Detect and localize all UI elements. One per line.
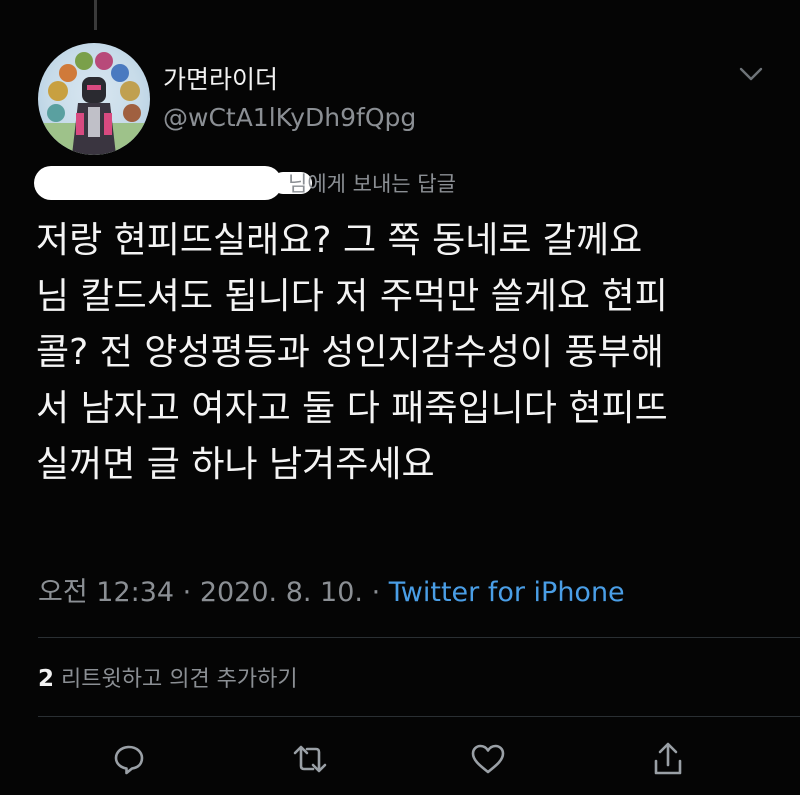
tweet-line: 서 남자고 여자고 둘 다 패죽입니다 현피뜨 [36, 388, 668, 429]
tweet-source-link[interactable]: Twitter for iPhone [389, 577, 625, 608]
divider [38, 637, 800, 638]
divider [38, 716, 800, 717]
thread-connector-line [94, 0, 97, 30]
tweet-text: 저랑 현피뜨실래요? 그 쪽 동네로 갈께요 님 칼드셔도 됩니다 저 주먹만 … [36, 213, 776, 493]
avatar[interactable] [38, 43, 150, 155]
display-name[interactable]: 가면라이더 [163, 60, 278, 96]
tweet-metadata: 오전 12:34 · 2020. 8. 10. · Twitter for iP… [38, 570, 625, 609]
share-button[interactable] [648, 739, 688, 779]
reply-button[interactable] [109, 739, 149, 779]
meta-separator: · [174, 577, 200, 608]
retweet-count: 2 [38, 666, 55, 692]
tweet-line: 님 칼드셔도 됩니다 저 주먹만 쓸게요 현피 [36, 276, 668, 317]
tweet-line: 실꺼면 글 하나 남겨주세요 [36, 444, 435, 485]
retweet-button[interactable] [290, 739, 330, 779]
tweet-time[interactable]: 오전 12:34 [38, 577, 174, 608]
heart-icon [471, 744, 505, 774]
avatar-image [38, 52, 150, 155]
comment-bubble-icon [114, 745, 144, 775]
tweet-line: 콜? 전 양성평등과 성인지감수성이 풍부해 [36, 332, 664, 373]
retweet-icon [293, 745, 327, 773]
replying-to-label: 님에게 보내는 답글 [288, 172, 456, 196]
tweet-line: 저랑 현피뜨실래요? 그 쪽 동네로 갈께요 [36, 220, 643, 261]
user-handle[interactable]: @wCtA1lKyDh9fQpg [163, 103, 416, 132]
redacted-username [34, 166, 282, 200]
retweet-stats[interactable]: 2 리트윗하고 의견 추가하기 [38, 661, 298, 693]
share-icon [654, 742, 682, 775]
like-button[interactable] [468, 739, 508, 779]
retweet-stats-label: 리트윗하고 의견 추가하기 [54, 667, 298, 692]
chevron-down-icon[interactable] [738, 66, 764, 82]
meta-separator: · [363, 577, 389, 608]
replying-to-row: 님에게 보내는 답글 [34, 160, 634, 200]
tweet-date[interactable]: 2020. 8. 10. [200, 577, 363, 608]
